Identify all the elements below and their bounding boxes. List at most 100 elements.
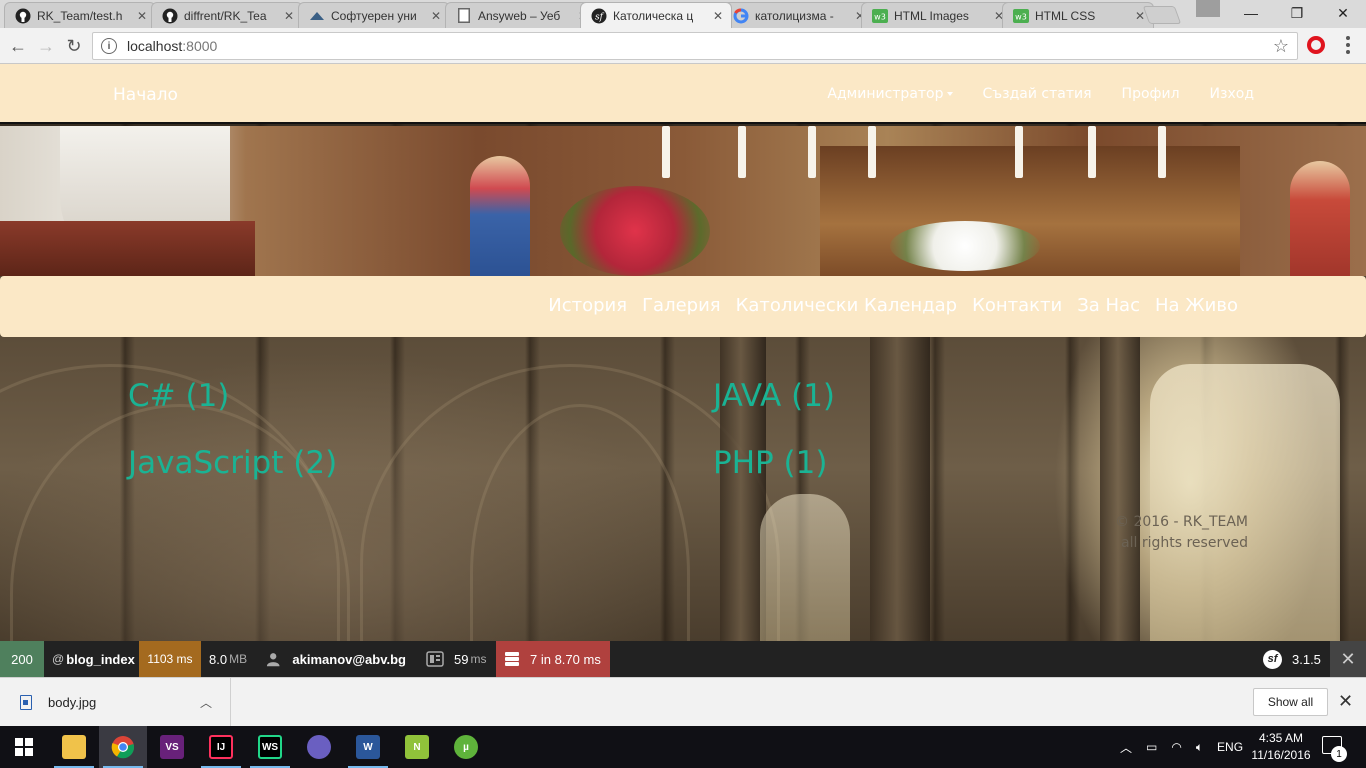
system-tray: ︿ ▭ ◠ 🔈︎ ENG — [1120, 726, 1243, 768]
user-email: akimanov@abv.bg — [292, 651, 406, 667]
category-link-csharp[interactable]: C# (1) — [128, 378, 229, 414]
create-article-link[interactable]: Създай статия — [983, 86, 1092, 102]
browser-tab[interactable]: w3 HTML CSS ✕ — [1002, 2, 1154, 28]
category-link-php[interactable]: PHP (1) — [713, 445, 827, 481]
new-tab-button[interactable] — [1142, 6, 1182, 24]
nav-about[interactable]: За Нас — [1077, 295, 1140, 316]
tab-title: diffrent/RK_Tea — [184, 8, 267, 23]
notepad-plus-plus-icon[interactable]: N — [393, 726, 441, 768]
nav-gallery[interactable]: Галерия — [642, 295, 721, 316]
nav-history[interactable]: История — [548, 295, 627, 316]
browser-tab[interactable]: Ansyweb – Уеб ✕ — [445, 2, 597, 28]
windows-taskbar: VS IJ WS W N µ ︿ ▭ ◠ 🔈︎ ENG 4:35 AM 11/1… — [0, 726, 1366, 768]
app-icon[interactable] — [295, 726, 343, 768]
info-icon[interactable]: i — [101, 38, 117, 54]
close-icon[interactable]: ✕ — [429, 9, 443, 23]
battery-icon[interactable]: ▭ — [1146, 740, 1157, 754]
admin-label: Администратор — [827, 86, 944, 102]
wifi-icon[interactable]: ◠ — [1171, 740, 1181, 754]
logout-link[interactable]: Изход — [1210, 86, 1254, 102]
tab-title: HTML Images — [894, 8, 969, 23]
language-indicator[interactable]: ENG — [1217, 740, 1243, 754]
chrome-icon[interactable] — [99, 726, 147, 768]
memory-panel[interactable]: 8.0 MB — [201, 641, 256, 677]
show-all-button[interactable]: Show all — [1253, 688, 1328, 716]
tab-title: Ansyweb – Уеб — [478, 8, 561, 23]
brand-home-link[interactable]: Начало — [113, 85, 178, 105]
database-icon — [505, 652, 519, 666]
browser-tab[interactable]: diffrent/RK_Tea ✕ — [151, 2, 303, 28]
profile-icon[interactable] — [1196, 0, 1220, 17]
github-icon — [15, 8, 31, 24]
svg-text:w3: w3 — [874, 12, 886, 21]
utorrent-icon[interactable]: µ — [442, 726, 490, 768]
w3schools-icon: w3 — [1013, 8, 1029, 24]
softuni-icon — [309, 8, 325, 24]
tab-title: католицизма - — [755, 8, 834, 23]
user-panel[interactable]: akimanov@abv.bg — [258, 641, 414, 677]
windows-icon — [15, 738, 33, 756]
close-icon[interactable]: ✕ — [135, 9, 149, 23]
back-icon[interactable]: ← — [6, 34, 30, 58]
w3schools-icon: w3 — [872, 8, 888, 24]
forward-icon[interactable]: → — [34, 34, 58, 58]
chevron-up-icon[interactable]: ︿ — [200, 694, 212, 711]
close-icon[interactable]: ✕ — [282, 9, 296, 23]
bookmark-star-icon[interactable]: ☆ — [1273, 36, 1289, 57]
memory-value: 8.0 — [209, 651, 228, 667]
copyright-text: © 2016 - RK_TEAM — [1115, 514, 1248, 530]
browser-tab-active[interactable]: sf Католическа ц ✕ — [580, 2, 732, 28]
browser-tab-strip: RK_Team/test.h ✕ diffrent/RK_Tea ✕ Софту… — [0, 0, 1366, 28]
status-code-badge[interactable]: 200 — [0, 641, 44, 677]
reload-icon[interactable]: ↻ — [62, 34, 86, 58]
user-icon — [266, 653, 280, 667]
nav-catholic-calendar[interactable]: Католически Календар — [736, 295, 957, 316]
webstorm-icon[interactable]: WS — [246, 726, 294, 768]
browser-tab[interactable]: w3 HTML Images ✕ — [861, 2, 1013, 28]
start-button[interactable] — [0, 726, 48, 768]
chevron-up-icon[interactable]: ︿ — [1120, 739, 1132, 756]
visual-studio-icon[interactable]: VS — [148, 726, 196, 768]
restore-icon[interactable]: ❐ — [1274, 0, 1320, 26]
category-link-java[interactable]: JAVA (1) — [713, 378, 835, 414]
clock-time: 4:35 AM — [1258, 731, 1304, 745]
page-viewport: Начало Администратор Създай статия Профи… — [0, 64, 1366, 641]
route-panel[interactable]: @ blog_index — [44, 641, 139, 677]
nav-live[interactable]: На Живо — [1155, 295, 1238, 316]
close-window-icon[interactable]: ✕ — [1320, 0, 1366, 26]
route-name: blog_index — [66, 651, 135, 667]
download-item[interactable]: body.jpg ︿ — [0, 678, 231, 727]
close-toolbar-icon[interactable]: ✕ — [1330, 641, 1366, 677]
url-host: localhost — [127, 38, 183, 54]
close-icon[interactable]: ✕ — [1338, 691, 1353, 712]
page-footer: © 2016 - RK_TEAM all rights reserved — [1115, 512, 1248, 554]
address-bar[interactable]: i localhost:8000 ☆ — [92, 32, 1298, 60]
admin-dropdown[interactable]: Администратор — [827, 86, 953, 102]
browser-tab[interactable]: RK_Team/test.h ✕ — [4, 2, 156, 28]
profile-link[interactable]: Профил — [1122, 86, 1180, 102]
database-panel[interactable]: 7 in 8.70 ms — [496, 641, 610, 677]
form-icon — [426, 651, 444, 667]
time-panel[interactable]: 1103 ms — [139, 641, 201, 677]
symfony-version: 3.1.5 — [1292, 651, 1321, 667]
google-icon — [733, 8, 749, 24]
word-icon[interactable]: W — [344, 726, 392, 768]
opera-extension-icon[interactable] — [1307, 36, 1325, 54]
close-icon[interactable]: ✕ — [711, 9, 725, 23]
forms-panel[interactable]: 59 ms — [418, 641, 496, 677]
symfony-version-panel[interactable]: sf 3.1.5 — [1255, 641, 1330, 677]
browser-tab[interactable]: Софтуерен уни ✕ — [298, 2, 450, 28]
memory-unit: MB — [229, 652, 248, 666]
forms-unit: ms — [470, 652, 487, 666]
volume-icon[interactable]: 🔈︎ — [1196, 740, 1203, 755]
minimize-icon[interactable]: — — [1228, 0, 1274, 26]
clock[interactable]: 4:35 AM 11/16/2016 — [1246, 730, 1316, 764]
browser-tab[interactable]: католицизма - ✕ — [722, 2, 874, 28]
file-explorer-icon[interactable] — [50, 726, 98, 768]
nav-contacts[interactable]: Контакти — [972, 295, 1062, 316]
menu-icon[interactable] — [1344, 36, 1352, 54]
category-link-javascript[interactable]: JavaScript (2) — [128, 445, 337, 481]
symfony-icon: sf — [591, 8, 607, 24]
intellij-icon[interactable]: IJ — [197, 726, 245, 768]
image-file-icon — [20, 695, 32, 710]
